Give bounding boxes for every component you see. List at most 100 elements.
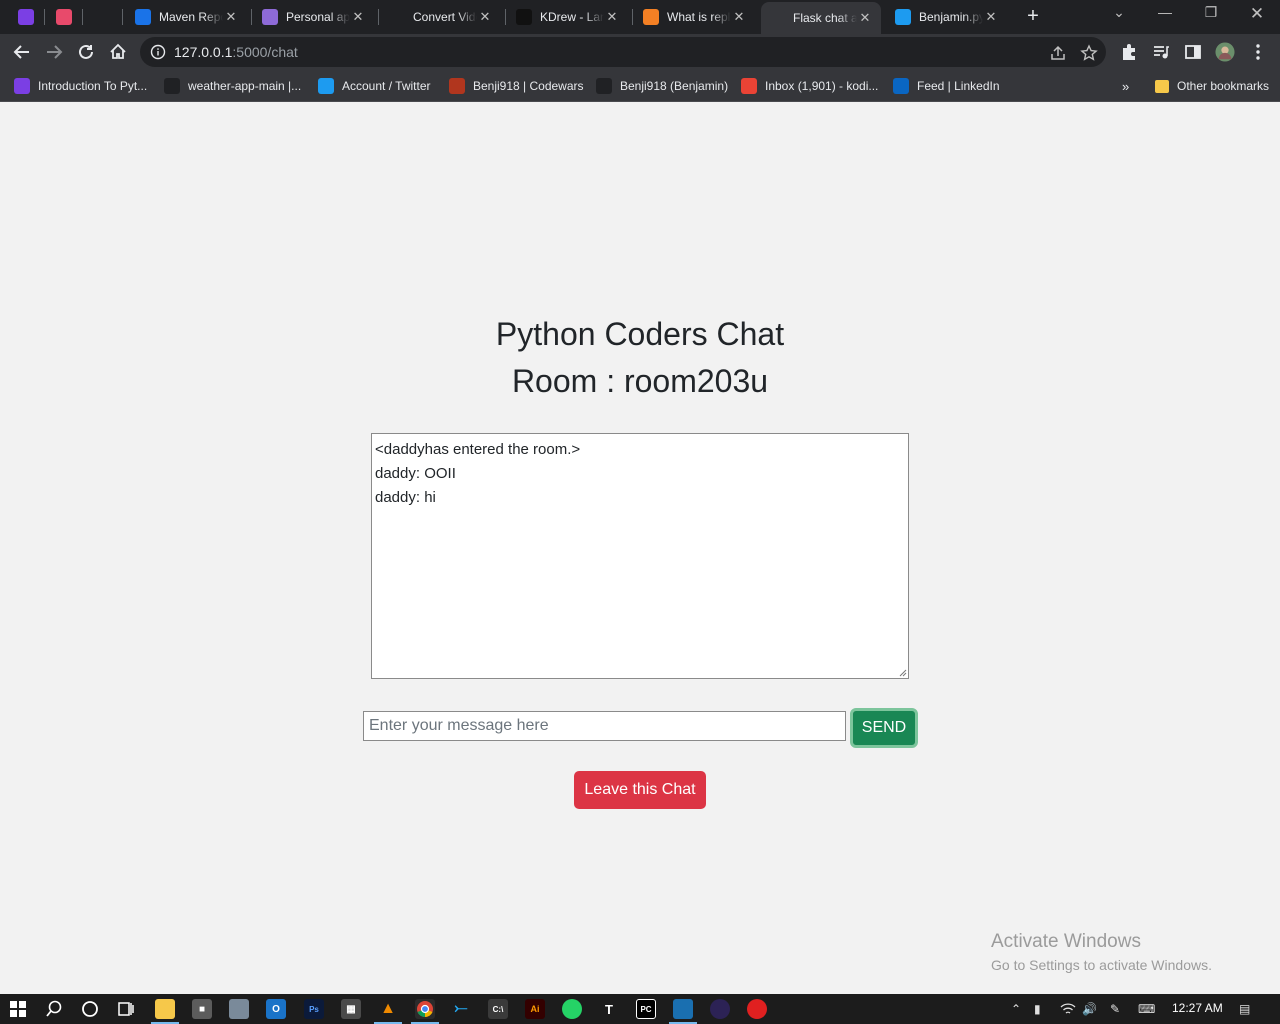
more-bookmarks-icon[interactable]: » xyxy=(1122,77,1129,95)
windows-taskbar: ■ O Ps ▦ ▲ ⤚ C:\ Ai T PC ⌃ ▮ 🔊 ✎ ⌨ 12:27… xyxy=(0,994,1280,1024)
close-tab-icon[interactable]: ✕ xyxy=(604,9,620,25)
bookmark-item[interactable]: Inbox (1,901) - kodi... xyxy=(741,77,878,95)
send-button[interactable]: SEND xyxy=(850,708,918,748)
eclipse-icon[interactable] xyxy=(710,999,730,1019)
globe-icon xyxy=(769,10,785,26)
bookmark-label: Account / Twitter xyxy=(342,79,431,93)
activate-title: Activate Windows xyxy=(991,931,1141,952)
close-tab-icon[interactable]: ✕ xyxy=(731,9,747,25)
message-input[interactable] xyxy=(363,711,846,741)
share-icon[interactable] xyxy=(1049,44,1067,62)
side-panel-icon[interactable] xyxy=(1183,42,1203,62)
bookmark-label: weather-app-main |... xyxy=(188,79,302,93)
pycharm-icon[interactable]: PC xyxy=(636,999,656,1019)
cortana-icon[interactable] xyxy=(80,999,100,1019)
notifications-icon[interactable]: ▤ xyxy=(1239,1002,1250,1016)
battery-icon[interactable]: ▮ xyxy=(1034,1002,1041,1016)
whatsapp-icon[interactable] xyxy=(562,999,582,1019)
other-bookmarks[interactable]: Other bookmarks xyxy=(1155,77,1269,95)
github-icon xyxy=(96,9,112,25)
home-button[interactable] xyxy=(106,40,130,64)
vscode-icon[interactable]: ⤚ xyxy=(451,999,471,1019)
github-icon xyxy=(164,78,180,94)
tab[interactable]: Personal app ✕ xyxy=(254,4,374,30)
tab-search-icon[interactable]: ⌄ xyxy=(1104,4,1134,21)
anaconda-icon[interactable] xyxy=(673,999,693,1019)
volume-icon[interactable]: 🔊 xyxy=(1082,1002,1097,1016)
tab[interactable]: Flask chat app✕ xyxy=(761,2,881,34)
close-tab-icon[interactable]: ✕ xyxy=(983,9,999,25)
tab-separator xyxy=(505,9,506,25)
photoshop-icon[interactable]: Ps xyxy=(304,999,324,1019)
reload-button[interactable] xyxy=(74,40,98,64)
close-window-button[interactable]: ✕ xyxy=(1242,4,1272,24)
bookmark-item[interactable]: Feed | LinkedIn xyxy=(893,77,1000,95)
bookmark-star-icon[interactable] xyxy=(1080,44,1098,62)
windows-start-icon[interactable] xyxy=(8,999,28,1019)
bookmark-item[interactable]: Benji918 | Codewars xyxy=(449,77,584,95)
bookmark-item[interactable]: Account / Twitter xyxy=(318,77,430,95)
vlc-icon[interactable]: ▲ xyxy=(378,999,398,1019)
chrome-icon[interactable] xyxy=(415,999,435,1019)
profile-avatar[interactable] xyxy=(1215,42,1235,62)
close-tab-icon[interactable]: ✕ xyxy=(857,10,873,26)
forward-arrow-icon xyxy=(47,45,63,59)
reload-icon xyxy=(79,44,93,59)
search-icon[interactable] xyxy=(44,999,64,1019)
close-tab-icon[interactable]: ✕ xyxy=(477,9,493,25)
store-icon[interactable]: ■ xyxy=(192,999,212,1019)
bookmark-label: Inbox (1,901) - kodi... xyxy=(765,79,879,93)
k-icon xyxy=(262,9,278,25)
close-tab-icon[interactable]: ✕ xyxy=(350,9,366,25)
wifi-icon[interactable] xyxy=(1060,1002,1076,1016)
tab[interactable]: Convert Video✕ xyxy=(381,4,501,30)
typora-icon[interactable]: T xyxy=(599,999,619,1019)
illustrator-icon[interactable]: Ai xyxy=(525,999,545,1019)
tab-title: Personal app xyxy=(286,10,350,24)
activate-subtitle: Go to Settings to activate Windows. xyxy=(991,957,1212,973)
forward-button[interactable] xyxy=(42,40,66,64)
home-icon xyxy=(110,43,126,59)
extensions-icon[interactable] xyxy=(1119,42,1139,62)
tab[interactable]: KDrew - Lane✕ xyxy=(508,4,628,30)
bookmark-item[interactable]: Introduction To Pyt... xyxy=(14,77,147,95)
keyboard-icon[interactable]: ⌨ xyxy=(1138,1002,1155,1016)
clock[interactable]: 12:27 AM xyxy=(1172,1001,1223,1015)
tab[interactable] xyxy=(48,4,78,30)
tab[interactable]: Maven Repository✕ xyxy=(127,4,247,30)
tab[interactable] xyxy=(10,4,40,30)
task-view-icon[interactable] xyxy=(116,999,136,1019)
resize-grip-icon[interactable] xyxy=(897,667,907,677)
bookmark-label: Introduction To Pyt... xyxy=(38,79,148,93)
bookmark-item[interactable]: Benji918 (Benjamin) xyxy=(596,77,728,95)
menu-kebab-icon[interactable] xyxy=(1248,42,1268,62)
close-tab-icon[interactable]: ✕ xyxy=(223,9,239,25)
tab[interactable]: What is repl ✕ xyxy=(635,4,755,30)
chat-log-textarea[interactable]: <daddyhas entered the room.> daddy: OOII… xyxy=(371,433,909,679)
show-hidden-icons[interactable]: ⌃ xyxy=(1011,1002,1021,1016)
purple-u-icon xyxy=(18,9,34,25)
pen-icon[interactable]: ✎ xyxy=(1110,1002,1120,1016)
photos-icon[interactable] xyxy=(229,999,249,1019)
twitter-icon xyxy=(318,78,334,94)
back-arrow-icon xyxy=(13,45,29,59)
back-button[interactable] xyxy=(10,40,34,64)
tab[interactable]: Benjamin.py ✕ xyxy=(887,4,1007,30)
restore-button[interactable]: ❐ xyxy=(1196,4,1226,21)
address-bar[interactable]: 127.0.0.1:5000/chat xyxy=(140,37,1106,67)
file-explorer-icon[interactable] xyxy=(155,999,175,1019)
download-icon xyxy=(389,9,405,25)
terminal-icon[interactable]: C:\ xyxy=(488,999,508,1019)
calculator-icon[interactable]: ▦ xyxy=(341,999,361,1019)
outlook-icon[interactable]: O xyxy=(266,999,286,1019)
leave-chat-button[interactable]: Leave this Chat xyxy=(574,771,706,809)
media-control-icon[interactable] xyxy=(1151,42,1171,62)
bookmark-item[interactable]: weather-app-main |... xyxy=(164,77,301,95)
mvn-icon xyxy=(135,9,151,25)
opera-icon[interactable] xyxy=(747,999,767,1019)
bookmarks-bar: Introduction To Pyt... weather-app-main |… xyxy=(0,70,1280,102)
minimize-button[interactable]: — xyxy=(1150,4,1180,20)
new-tab-button[interactable]: + xyxy=(1022,6,1044,28)
site-info-icon[interactable] xyxy=(150,44,166,60)
tab[interactable] xyxy=(88,4,118,30)
